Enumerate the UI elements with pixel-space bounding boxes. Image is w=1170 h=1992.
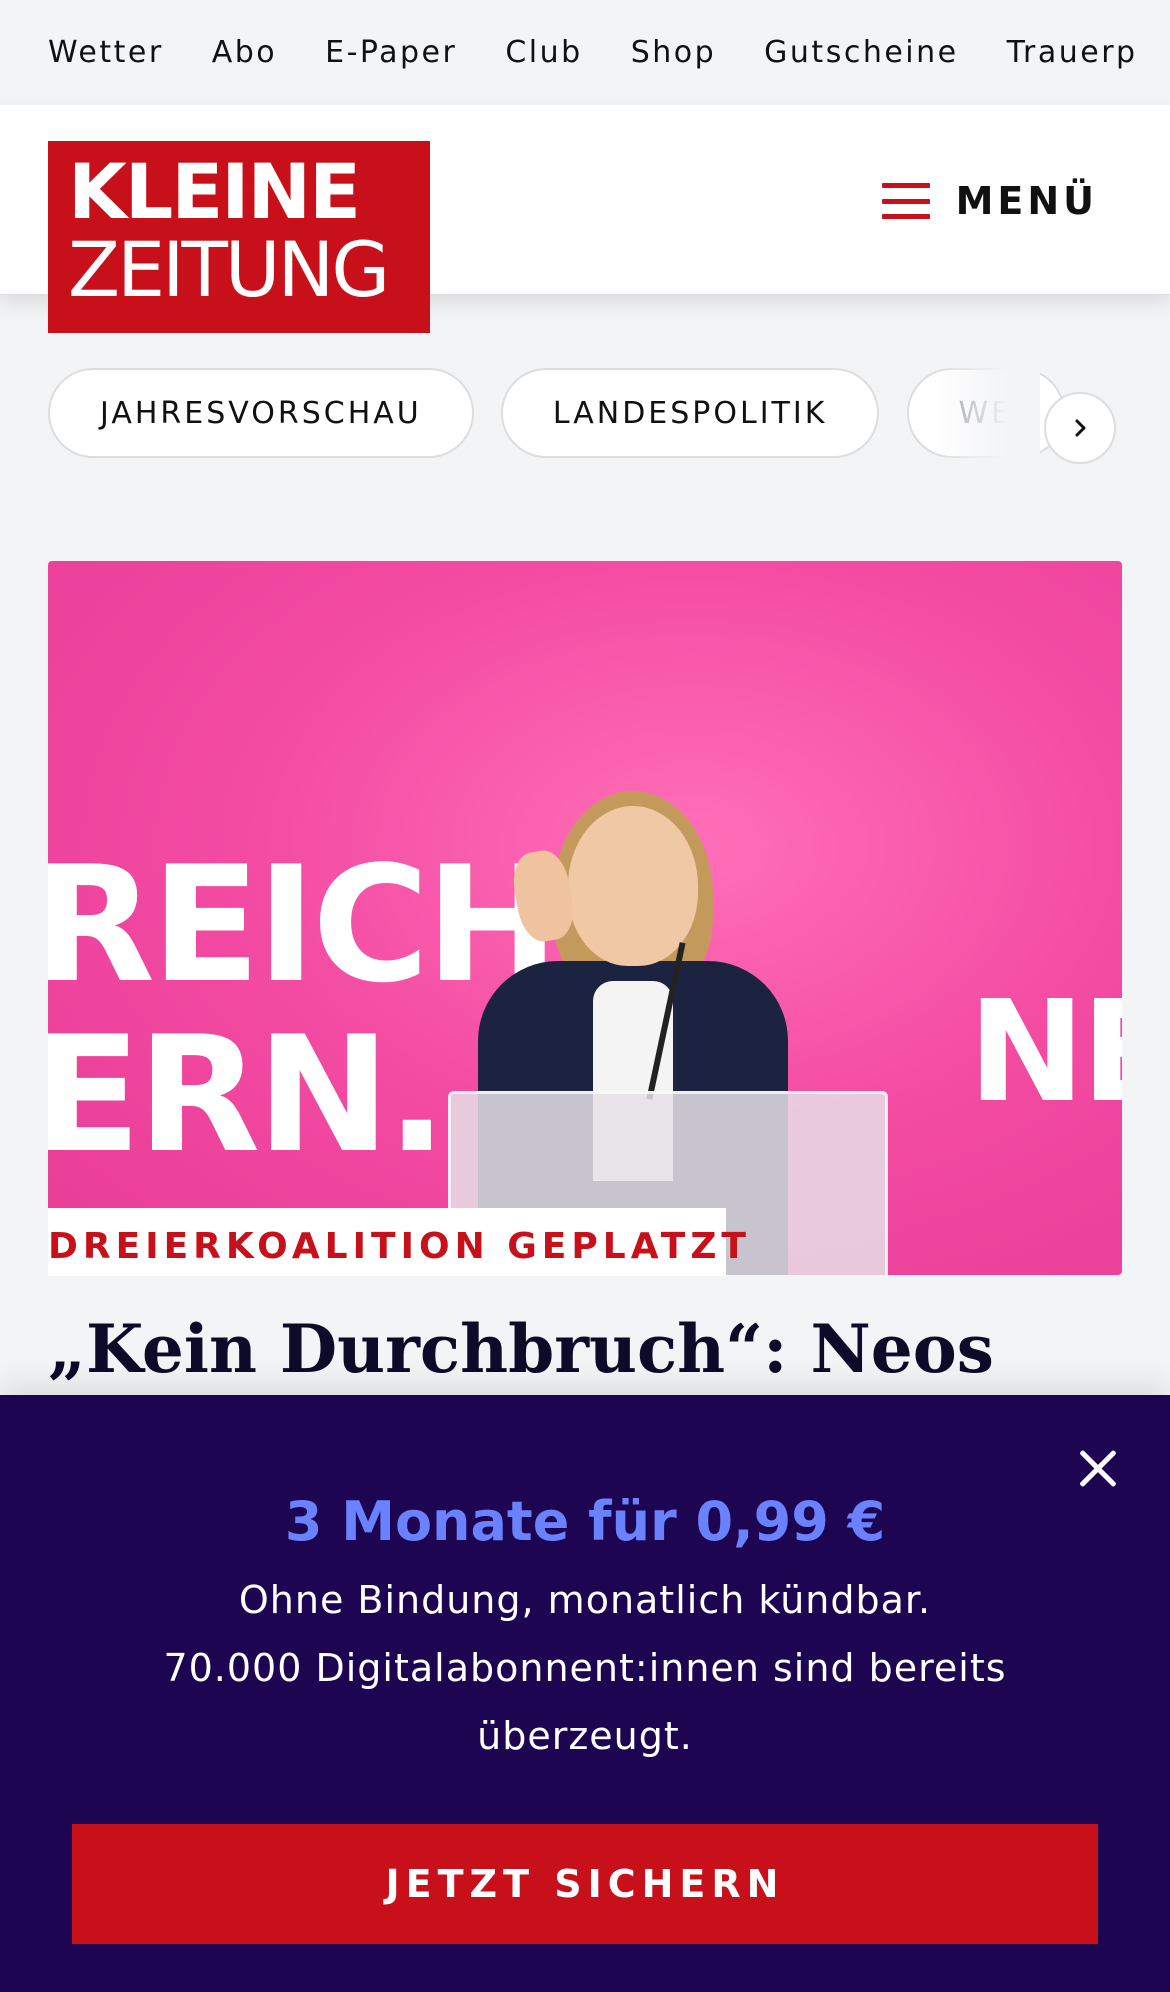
topic-chip-landespolitik[interactable]: LANDESPOLITIK bbox=[500, 368, 880, 458]
chips-fade-overlay bbox=[930, 360, 1040, 470]
topic-chip-jahresvorschau[interactable]: JAHRESVORSCHAU bbox=[48, 368, 474, 458]
hamburger-icon bbox=[881, 183, 930, 219]
menu-button[interactable]: MENÜ bbox=[881, 171, 1098, 231]
offer-text-line-1: Ohne Bindung, monatlich kündbar. bbox=[238, 1578, 932, 1622]
offer-text-line-2: 70.000 Digitalabonnent:innen sind bereit… bbox=[163, 1646, 1007, 1690]
offer-text-line-3: überzeugt. bbox=[477, 1714, 693, 1758]
nav-link-abo[interactable]: Abo bbox=[212, 35, 277, 70]
nav-link-club[interactable]: Club bbox=[505, 35, 582, 70]
nav-link-epaper[interactable]: E-Paper bbox=[325, 35, 457, 70]
nav-link-trauerportal[interactable]: Trauerp bbox=[1007, 35, 1138, 70]
chevron-right-icon bbox=[1075, 419, 1086, 437]
offer-title: 3 Monate für 0,99 € bbox=[284, 1490, 886, 1553]
nav-link-shop[interactable]: Shop bbox=[631, 35, 716, 70]
chips-next-button[interactable] bbox=[1044, 392, 1116, 464]
article-hero-image[interactable]: REICH ERN. NE bbox=[48, 561, 1122, 1275]
subscribe-button-label: JETZT SICHERN bbox=[385, 1862, 785, 1906]
site-header: KLEINE ZEITUNG MENÜ bbox=[0, 105, 1170, 333]
image-backdrop-text-1: REICH bbox=[48, 831, 559, 1018]
nav-link-gutscheine[interactable]: Gutscheine bbox=[764, 35, 958, 70]
service-nav: Wetter Abo E-Paper Club Shop Gutscheine … bbox=[0, 0, 1170, 105]
article-headline[interactable]: „Kein Durchbruch“: Neos bbox=[48, 1310, 994, 1388]
logo-line-2: ZEITUNG bbox=[68, 225, 390, 314]
article-kicker: DREIERKOALITION GEPLATZT bbox=[48, 1226, 751, 1267]
logo-line-1: KLEINE bbox=[68, 147, 361, 236]
image-backdrop-text-3: NE bbox=[968, 971, 1122, 1134]
close-icon[interactable] bbox=[1072, 1444, 1122, 1494]
menu-label: MENÜ bbox=[955, 179, 1098, 223]
speaker-face bbox=[568, 806, 698, 966]
nav-link-wetter[interactable]: Wetter bbox=[48, 35, 164, 70]
image-backdrop-text-2: ERN. bbox=[48, 1001, 447, 1188]
page: Wetter Abo E-Paper Club Shop Gutscheine … bbox=[0, 0, 1170, 1992]
site-logo[interactable]: KLEINE ZEITUNG bbox=[48, 141, 430, 333]
subscribe-button[interactable]: JETZT SICHERN bbox=[72, 1824, 1098, 1944]
